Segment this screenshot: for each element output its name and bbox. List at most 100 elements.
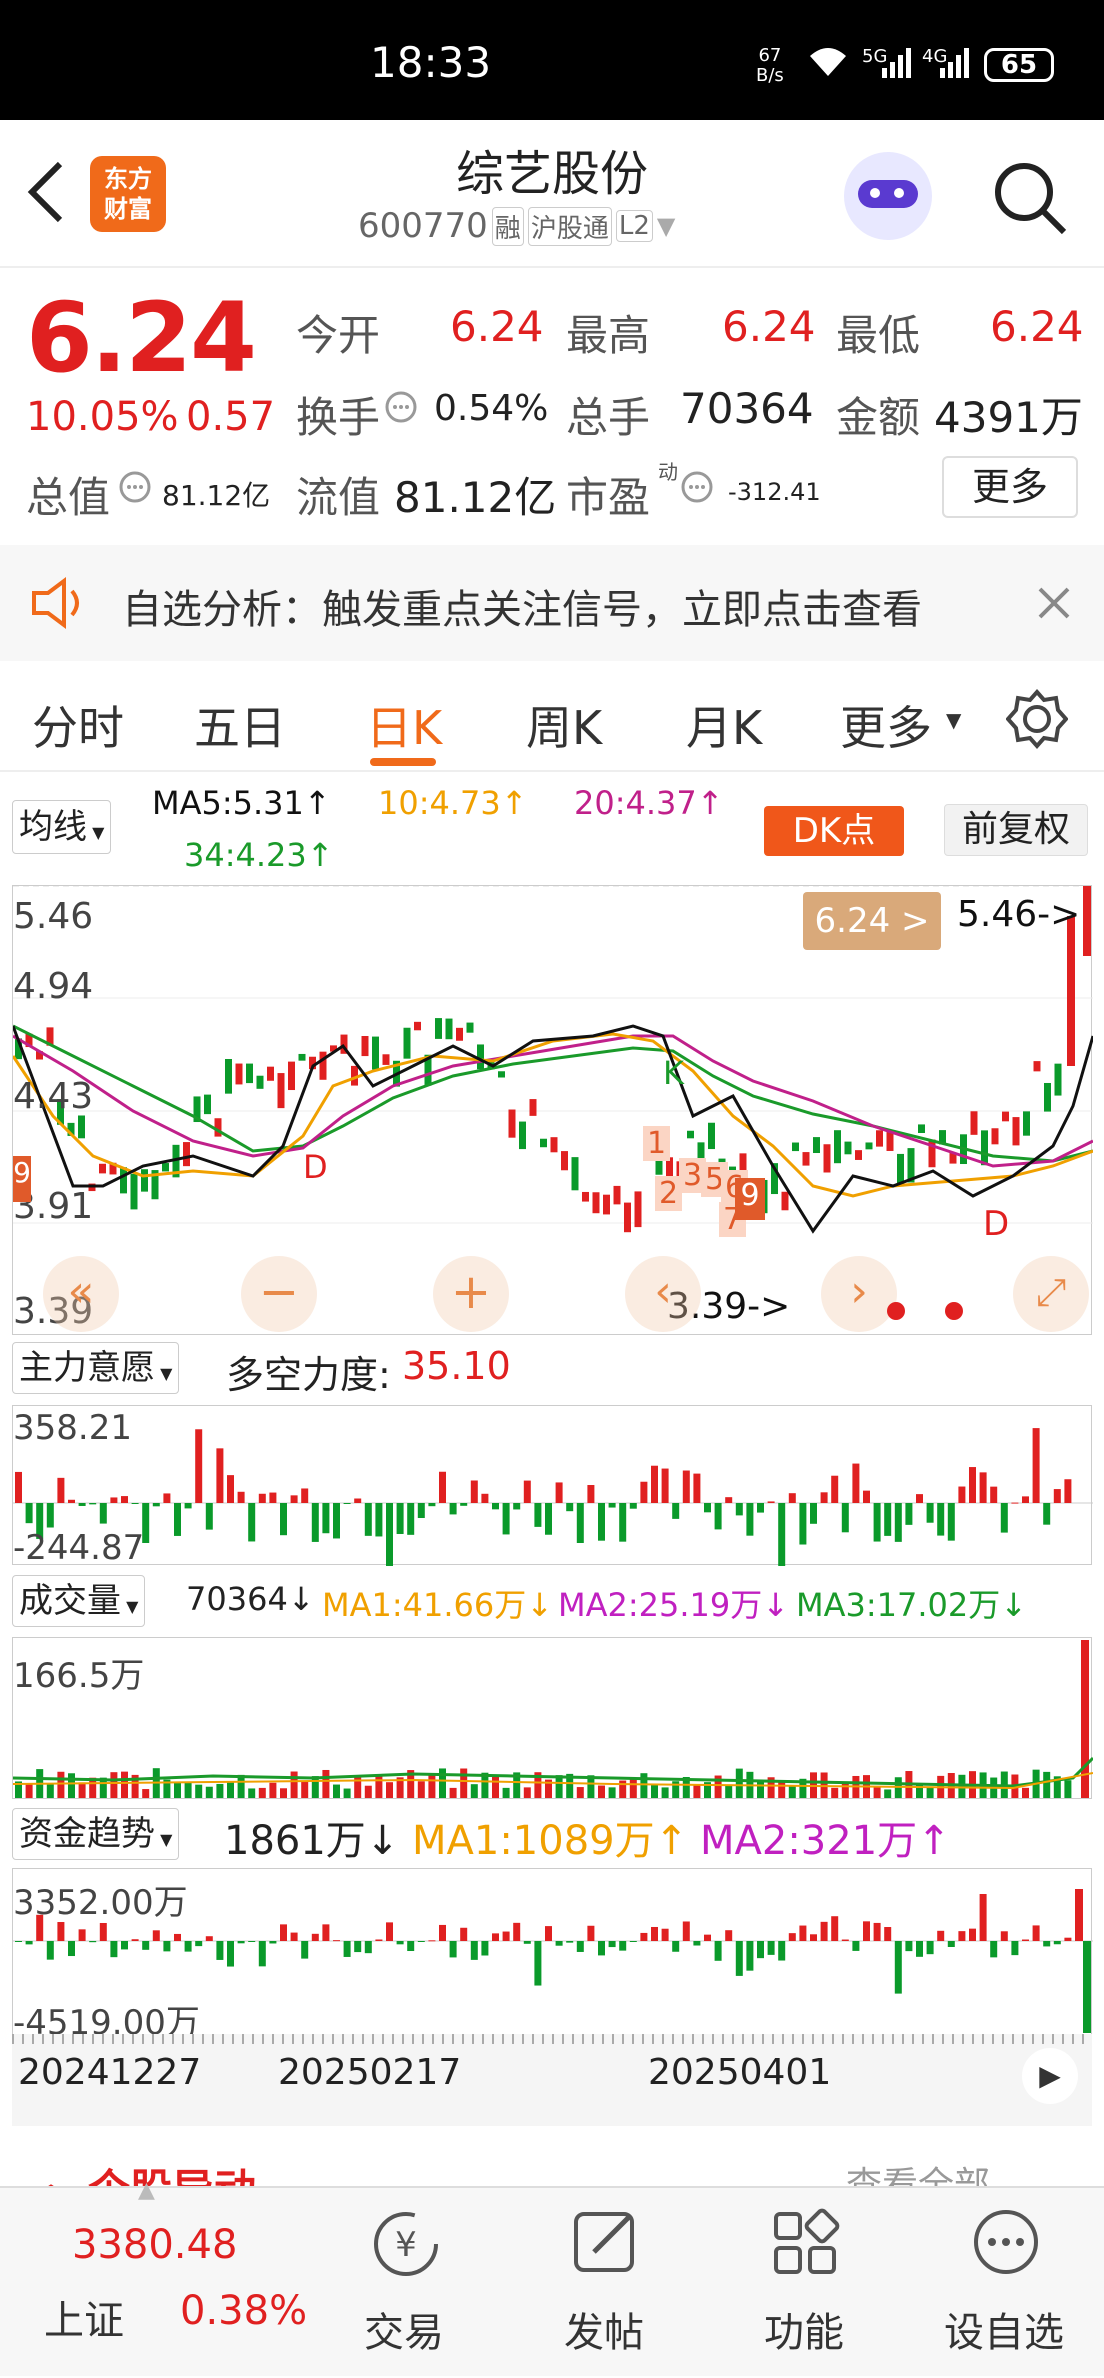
kline-chart[interactable]: 5.46 4.94 4.43 3.91 3.39 6.24 > 5.46-> 3… [12,885,1093,1335]
zoom-in-button[interactable]: + [433,1256,509,1332]
tab-weekly[interactable]: 周K [526,692,602,758]
force-bar [258,1493,266,1503]
info-icon[interactable] [384,390,418,424]
fund-bar [78,1929,86,1941]
volume-chart[interactable]: 166.5万 [12,1637,1093,1799]
tab-more[interactable]: 更多 [840,692,932,758]
more-button[interactable]: 更多 [942,456,1078,518]
volume-bar [195,1784,203,1798]
indicator-selector[interactable]: 均线 ▼ [12,800,112,854]
float-label: 流值 [296,473,381,522]
volume-bar [1064,1780,1072,1798]
speaker-icon [32,577,79,629]
fund-bar [831,1916,839,1941]
candle [78,1115,85,1139]
candle [477,1044,484,1070]
tab-monthly[interactable]: 月K [686,692,762,758]
force-bar [788,1493,796,1503]
low-label: 最低 [836,311,921,360]
force-bar [608,1503,616,1508]
chevron-down-icon: ▼ [121,1597,139,1616]
zoom-out-button[interactable]: − [241,1256,317,1332]
chevron-down-icon[interactable]: ▼ [657,212,675,240]
play-icon[interactable]: ▶ [1022,2048,1078,2104]
fund-chart[interactable]: 3352.00万 -4519.00万 [12,1868,1093,2043]
close-icon[interactable] [1036,585,1072,621]
volume-bar [322,1769,330,1798]
candle [1083,886,1091,956]
volume-bar [460,1768,468,1798]
force-bar [799,1503,807,1545]
robot-assistant-icon[interactable] [844,152,932,240]
chevron-down-icon: ▼ [87,823,105,842]
stock-code-row: 600770 融 沪股通 L2 ▼ [358,206,675,246]
dk-point-button[interactable]: DK点 [764,806,904,856]
candle [372,1036,379,1070]
force-bar [396,1503,404,1534]
tag-l2: L2 [615,210,653,242]
fund-bar [873,1922,881,1941]
main-force-chart[interactable]: 358.21 -244.87 [12,1405,1093,1568]
volume-bar [502,1787,510,1798]
fund-selector-label: 资金趋势 [19,1814,155,1854]
back-icon[interactable] [24,160,68,224]
trade-icon: ¥ [374,2212,438,2276]
view-all-link[interactable]: 查看全部 [846,2156,990,2186]
force-bar [1000,1503,1008,1533]
date-2: 20250217 [278,2052,462,2093]
notice-bar[interactable]: 自选分析：触发重点关注信号，立即点击查看 [0,545,1104,661]
fund-bar [1011,1941,1019,1956]
ma5-line [13,1024,1093,1234]
nav-functions[interactable]: 功能 [714,2188,894,2378]
volume-bar [439,1768,446,1798]
volume-top-label: 166.5万 [13,1656,145,1696]
candle [99,1163,106,1174]
candle [802,1152,810,1166]
scroll-right-button[interactable]: › [821,1256,897,1332]
candle [1023,1111,1030,1136]
movement-section[interactable]: ︿ 个股异动 查看全部 [0,2140,1104,2186]
logo-text-1: 东方 [104,165,152,193]
fund-ma1: MA1:1089万↑ [412,1818,689,1864]
force-bar [110,1497,118,1503]
fund-selector[interactable]: 资金趋势 ▼ [12,1808,180,1860]
volume-bar [237,1774,245,1798]
volume-selector[interactable]: 成交量 ▼ [12,1575,146,1627]
gear-icon[interactable] [1006,688,1068,750]
tab-intraday[interactable]: 分时 [32,692,124,758]
fullscreen-icon[interactable]: ⤢ [1013,1256,1089,1332]
chevron-down-icon[interactable]: ▼ [946,708,961,732]
pe-label: 市盈 [566,473,651,522]
nav-add-watchlist[interactable]: 设自选 [914,2188,1094,2378]
scroll-left-fast-button[interactable]: « [43,1256,119,1332]
candle [204,1094,211,1115]
fund-bar [735,1941,743,1976]
index-name: 上证 [44,2298,124,2344]
scroll-left-button[interactable]: ‹ [625,1256,701,1332]
adjust-button[interactable]: 前复权 [944,804,1088,856]
bottom-nav: ▲ 3380.48 上证 0.38% ¥ 交易 发帖 功能 设自选 [0,2178,1104,2378]
candle [981,1130,988,1166]
info-icon[interactable] [118,470,152,504]
volume-ma2: MA2:25.19万↓ [558,1586,790,1624]
tab-5day[interactable]: 五日 [194,692,286,758]
index-ticker[interactable]: ▲ 3380.48 上证 0.38% [30,2178,310,2378]
fund-bar [322,1924,330,1941]
fund-top-label: 3352.00万 [13,1883,188,1923]
app-logo[interactable]: 东方 财富 [90,156,166,232]
force-bar [386,1503,393,1566]
force-bar [566,1503,574,1512]
tab-daily[interactable]: 日K [366,692,442,758]
candle [456,1027,463,1041]
search-icon[interactable] [990,158,1070,238]
nav-post[interactable]: 发帖 [514,2188,694,2378]
candle [834,1130,841,1164]
fund-bar [110,1941,118,1958]
nav-trade[interactable]: ¥ 交易 [314,2188,494,2378]
info-icon[interactable] [680,470,714,504]
main-force-selector[interactable]: 主力意愿 ▼ [12,1342,180,1394]
date-axis[interactable]: 20241227 20250217 20250401 ▶ [12,2034,1092,2126]
fund-bar [682,1921,690,1941]
volume-bar [364,1785,372,1798]
fund-bar [333,1940,340,1942]
